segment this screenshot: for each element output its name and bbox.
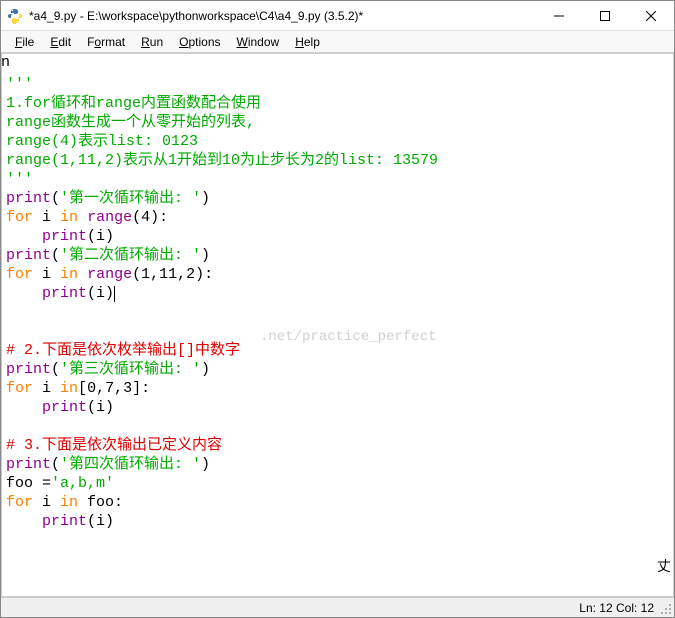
tok: i xyxy=(33,209,60,226)
tok: ( xyxy=(51,190,60,207)
tok: ( xyxy=(132,209,141,226)
code-line: # 2.下面是依次枚举输出[]中数字 xyxy=(6,342,240,359)
tok: in xyxy=(60,266,78,283)
tok: i xyxy=(33,380,60,397)
tok: ) xyxy=(201,456,210,473)
tok: in xyxy=(60,380,78,397)
tok: '第三次循环输出: ' xyxy=(60,361,201,378)
tok: , xyxy=(150,266,159,283)
text-cursor xyxy=(114,286,115,302)
tok: print xyxy=(6,190,51,207)
tok: 0 xyxy=(87,380,96,397)
tok: for xyxy=(6,209,33,226)
tok xyxy=(6,228,42,245)
menu-window[interactable]: Window xyxy=(229,33,288,51)
code-line: range(4)表示list: 0123 xyxy=(6,133,198,150)
minimize-button[interactable] xyxy=(536,1,582,30)
code-line: range函数生成一个从零开始的列表, xyxy=(6,114,255,131)
tok: , xyxy=(114,380,123,397)
tok: '第二次循环输出: ' xyxy=(60,247,201,264)
tok: i xyxy=(33,266,60,283)
tok: 3 xyxy=(123,380,132,397)
tok: ]: xyxy=(132,380,150,397)
tok: for xyxy=(6,494,33,511)
tok: print xyxy=(6,361,51,378)
menu-file[interactable]: File xyxy=(7,33,42,51)
tok: '第一次循环输出: ' xyxy=(60,190,201,207)
tok: ): xyxy=(150,209,168,226)
window-controls xyxy=(536,1,674,30)
tok: 7 xyxy=(105,380,114,397)
code-line: 1.for循环和range内置函数配合使用 xyxy=(6,95,261,112)
editor-area[interactable]: .net/practice_perfect ''' 1.for循环和range内… xyxy=(1,53,674,597)
scroll-tail: 丈 xyxy=(657,556,673,596)
tok: print xyxy=(42,285,87,302)
code-line: ''' xyxy=(6,76,33,93)
tok xyxy=(6,285,42,302)
menu-options[interactable]: Options xyxy=(171,33,228,51)
tok: ) xyxy=(201,361,210,378)
statusbar: Ln: 12 Col: 12 xyxy=(1,597,674,617)
tok: (i) xyxy=(87,399,114,416)
tok: in xyxy=(60,209,78,226)
tok: [ xyxy=(78,380,87,397)
tok: ) xyxy=(201,190,210,207)
tok: (i) xyxy=(87,228,114,245)
code-line: range(1,11,2)表示从1开始到10为止步长为2的list: 13579 xyxy=(6,152,438,169)
tok: ) xyxy=(201,247,210,264)
tok: print xyxy=(42,399,87,416)
resize-grip-icon[interactable] xyxy=(660,603,672,615)
tok: , xyxy=(96,380,105,397)
tok xyxy=(6,399,42,416)
tok: 4 xyxy=(141,209,150,226)
tok: (i) xyxy=(87,285,114,302)
code-editor[interactable]: ''' 1.for循环和range内置函数配合使用 range函数生成一个从零开… xyxy=(2,54,673,552)
code-line: # 3.下面是依次输出已定义内容 xyxy=(6,437,222,454)
menu-edit[interactable]: Edit xyxy=(42,33,79,51)
app-icon xyxy=(7,8,23,24)
tok: 'a,b,m' xyxy=(51,475,114,492)
tok: 2 xyxy=(186,266,195,283)
menubar: File Edit Format Run Options Window Help xyxy=(1,31,674,53)
menu-help[interactable]: Help xyxy=(287,33,328,51)
edge-letter: n xyxy=(1,54,10,71)
tok: i xyxy=(33,494,60,511)
tok: ): xyxy=(195,266,213,283)
tok: print xyxy=(42,513,87,530)
tok: , xyxy=(177,266,186,283)
close-button[interactable] xyxy=(628,1,674,30)
tok: range xyxy=(87,266,132,283)
tok: ( xyxy=(132,266,141,283)
tok: ( xyxy=(51,361,60,378)
tok xyxy=(6,513,42,530)
menu-run[interactable]: Run xyxy=(133,33,171,51)
tok: '第四次循环输出: ' xyxy=(60,456,201,473)
tok: ( xyxy=(51,456,60,473)
tok: foo = xyxy=(6,475,51,492)
tok: (i) xyxy=(87,513,114,530)
tok: in xyxy=(60,494,78,511)
tok xyxy=(78,266,87,283)
tok: print xyxy=(42,228,87,245)
cursor-position: Ln: 12 Col: 12 xyxy=(579,601,654,615)
tok: print xyxy=(6,456,51,473)
tok: print xyxy=(6,247,51,264)
tok: ( xyxy=(51,247,60,264)
tok: foo: xyxy=(78,494,123,511)
menu-format[interactable]: Format xyxy=(79,33,133,51)
tok: for xyxy=(6,380,33,397)
tok: for xyxy=(6,266,33,283)
maximize-button[interactable] xyxy=(582,1,628,30)
tok xyxy=(78,209,87,226)
tok: 11 xyxy=(159,266,177,283)
window-title: *a4_9.py - E:\workspace\pythonworkspace\… xyxy=(29,9,536,23)
code-line: ''' xyxy=(6,171,33,188)
tok: 1 xyxy=(141,266,150,283)
titlebar: *a4_9.py - E:\workspace\pythonworkspace\… xyxy=(1,1,674,31)
tok: range xyxy=(87,209,132,226)
